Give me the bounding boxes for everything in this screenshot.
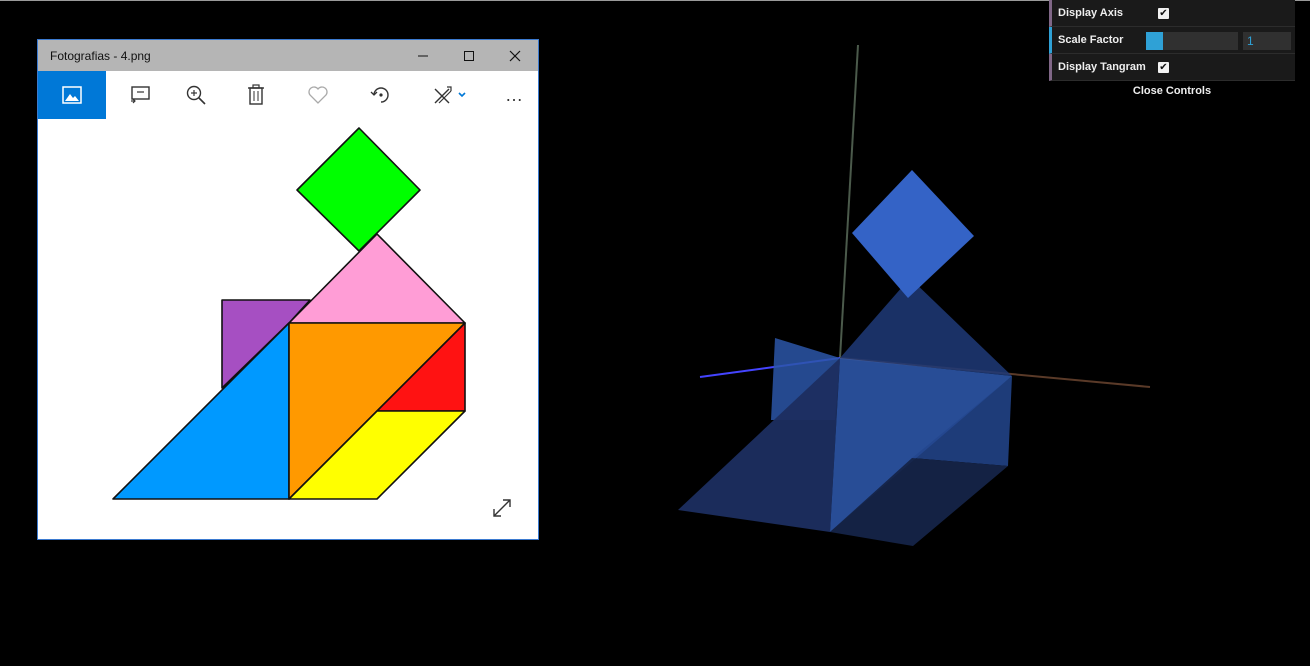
3d-tangram	[678, 170, 1012, 546]
display-tangram-checkbox[interactable]: ✔	[1158, 62, 1169, 73]
more-options-button[interactable]: …	[484, 71, 544, 119]
slideshow-button[interactable]	[110, 71, 170, 119]
window-title: Fotografias - 4.png	[50, 49, 151, 63]
y-axis	[839, 44, 859, 359]
expand-icon[interactable]	[493, 499, 511, 517]
pink-triangle-piece	[288, 233, 466, 324]
delete-icon	[248, 84, 264, 105]
display-axis-label: Display Axis	[1058, 7, 1124, 19]
favorite-button[interactable]	[288, 71, 348, 119]
green-square-piece	[296, 127, 421, 252]
image-icon	[62, 86, 82, 104]
minimize-icon	[418, 55, 428, 56]
delete-button[interactable]	[226, 71, 286, 119]
rotate-icon	[370, 87, 389, 103]
maximize-icon	[464, 50, 474, 61]
controls-panel: Display Axis ✔ Scale Factor 1 Display Ta…	[1049, 0, 1295, 101]
image-canvas[interactable]	[38, 119, 538, 539]
close-controls-button[interactable]: Close Controls	[1049, 81, 1295, 101]
close-button[interactable]	[492, 40, 538, 71]
scale-factor-slider[interactable]	[1146, 32, 1238, 50]
3d-left-prism	[678, 358, 840, 532]
close-icon	[509, 50, 521, 61]
display-axis-checkbox[interactable]: ✔	[1158, 8, 1169, 19]
edit-create-icon	[434, 86, 466, 104]
scale-factor-row: Scale Factor 1	[1049, 27, 1295, 54]
display-axis-row[interactable]: Display Axis ✔	[1049, 0, 1295, 27]
display-tangram-label: Display Tangram	[1058, 61, 1146, 73]
rotate-button[interactable]	[351, 71, 411, 119]
photos-toolbar: …	[38, 71, 538, 119]
3d-floating-square	[852, 170, 974, 298]
scale-factor-input[interactable]: 1	[1243, 32, 1291, 50]
blue-triangle-piece	[112, 322, 290, 500]
display-tangram-row[interactable]: Display Tangram ✔	[1049, 54, 1295, 81]
minimize-button[interactable]	[400, 40, 446, 71]
edit-create-button[interactable]	[420, 71, 480, 119]
photos-window: Fotografias - 4.png …	[37, 39, 539, 540]
favorite-heart-icon	[308, 86, 328, 104]
slideshow-icon	[131, 86, 150, 104]
zoom-in-button[interactable]	[166, 71, 226, 119]
maximize-button[interactable]	[446, 40, 492, 71]
title-bar[interactable]: Fotografias - 4.png	[38, 40, 538, 71]
scale-factor-slider-fill	[1146, 32, 1163, 50]
scale-factor-label: Scale Factor	[1058, 34, 1124, 46]
zoom-in-icon	[186, 85, 206, 105]
view-image-button[interactable]	[38, 71, 106, 119]
more-options-icon: …	[505, 84, 523, 105]
